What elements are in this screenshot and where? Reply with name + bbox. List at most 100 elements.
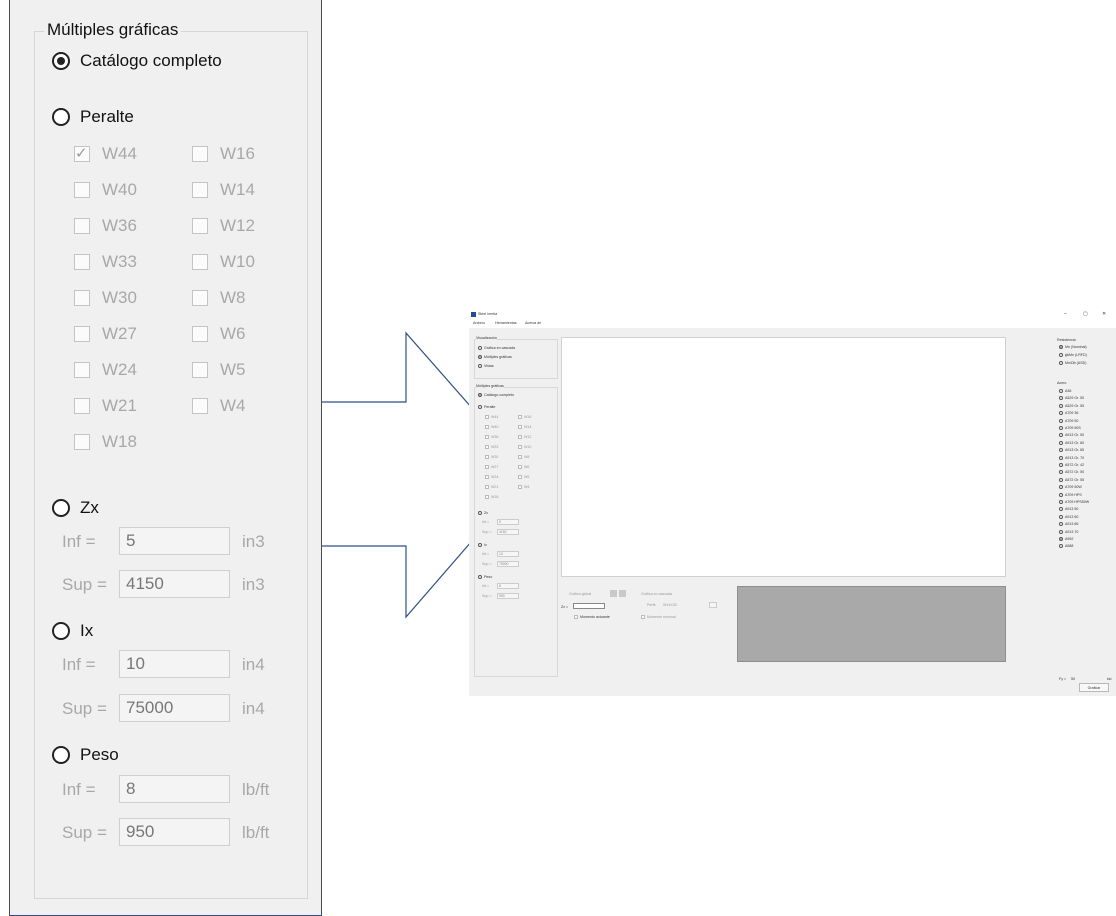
perfil-dropdown[interactable] [709,602,717,608]
zx-inf-input[interactable]: 5 [119,527,230,555]
radio-selected-icon[interactable] [478,393,482,397]
checkbox-w18[interactable]: W18 [74,432,137,452]
radio-icon[interactable] [1059,507,1063,512]
close-button[interactable]: ✕ [1102,311,1106,317]
small-ix-inf-input[interactable]: 10 [497,551,519,557]
small-peso-sup-input[interactable]: 950 [497,593,519,599]
small-zx-sup-input[interactable]: 4150 [497,529,519,535]
checkbox-w21[interactable]: W21 [74,396,137,416]
ix-sup-input[interactable]: 75000 [119,694,230,722]
radio-icon[interactable] [1059,514,1063,519]
menu-herramientas[interactable]: Herramientas [495,321,517,325]
radio-icon[interactable] [1059,500,1063,504]
radio-icon[interactable] [1059,470,1063,475]
small-checkbox[interactable] [485,415,489,419]
small-peso-inf-input[interactable]: 8 [497,583,519,589]
checkbox-w40[interactable]: W40 [74,180,137,200]
checkbox-w14[interactable]: W14 [192,180,255,200]
radio-icon[interactable] [1059,426,1063,430]
small-ix-sup-input[interactable]: 75000 [497,561,519,567]
checkbox-w6[interactable]: W6 [192,324,246,344]
radio-icon[interactable] [1059,396,1063,401]
zx-value-input[interactable] [573,603,605,609]
radio-icon[interactable] [478,543,482,547]
small-checkbox[interactable] [518,445,522,449]
peralte-radio[interactable]: Peralte [52,107,134,127]
radio-icon[interactable] [1059,522,1063,527]
radio-icon[interactable] [1059,529,1063,534]
radio-icon[interactable] [478,346,482,350]
radio-selected-icon[interactable] [1059,537,1063,541]
checkbox-w30[interactable]: W30 [74,288,137,308]
checkbox-w16[interactable]: W16 [192,144,255,164]
radio-icon[interactable] [1059,418,1063,423]
radio-icon[interactable] [1059,403,1063,408]
radio-icon[interactable] [1059,361,1063,365]
small-checkbox[interactable] [518,455,522,459]
radio-icon[interactable] [478,364,482,368]
small-checkbox[interactable] [485,465,489,469]
small-checkbox[interactable] [518,465,522,469]
peso-radio[interactable]: Peso [52,745,119,765]
checkbox-w10[interactable]: W10 [192,252,255,272]
small-checkbox[interactable] [574,615,578,619]
small-checkbox[interactable] [518,425,522,429]
checkbox-w36[interactable]: W36 [74,216,137,236]
checkbox-w33[interactable]: W33 [74,252,137,272]
radio-icon[interactable] [1059,455,1063,460]
ix-radio[interactable]: Ix [52,621,93,641]
small-checkbox[interactable] [518,435,522,439]
radio-icon[interactable] [1059,485,1063,490]
peso-inf-input[interactable]: 8 [119,775,230,803]
zx-radio[interactable]: Zx [52,498,99,518]
menu-acerca-de[interactable]: Acerca de [525,321,541,325]
small-checkbox[interactable] [518,485,522,489]
checkbox-w44[interactable]: W44 [74,144,137,164]
minimize-button[interactable]: – [1064,311,1067,317]
small-checkbox[interactable] [485,475,489,479]
menu-archivo[interactable]: Archivo [473,321,485,325]
small-zx-inf-input[interactable]: 5 [497,519,519,525]
small-checkbox[interactable] [485,485,489,489]
small-checkbox[interactable] [518,415,522,419]
radio-icon[interactable] [1059,353,1063,357]
small-checkbox[interactable] [485,425,489,429]
small-checkbox[interactable] [485,445,489,449]
radio-icon[interactable] [1059,411,1063,416]
radio-icon[interactable] [478,575,482,579]
small-checkbox[interactable] [485,455,489,459]
zx-sup-input[interactable]: 4150 [119,570,230,598]
radio-icon[interactable] [1059,492,1063,497]
graficar-button[interactable]: Graficar [1079,683,1109,692]
radio-selected-icon[interactable] [1059,345,1063,349]
peso-sup-input[interactable]: 950 [119,818,230,846]
small-checkbox[interactable] [518,475,522,479]
small-checkbox[interactable] [485,435,489,439]
small-inf-label: Inf = [482,584,490,588]
radio-selected-icon[interactable] [478,355,482,359]
color-swatch[interactable] [610,590,617,597]
radio-icon[interactable] [478,405,482,409]
checkbox-w5[interactable]: W5 [192,360,246,380]
plot-canvas[interactable] [561,337,1006,577]
radio-icon[interactable] [1059,433,1063,438]
radio-icon[interactable] [1059,389,1063,393]
radio-icon[interactable] [1059,448,1063,453]
radio-icon[interactable] [1059,477,1063,482]
radio-icon[interactable] [1059,544,1063,549]
checkbox-w8[interactable]: W8 [192,288,246,308]
radio-icon[interactable] [1059,463,1063,467]
acero-option: A992 [1065,537,1074,541]
checkbox-w24[interactable]: W24 [74,360,137,380]
checkbox-w12[interactable]: W12 [192,216,255,236]
radio-icon[interactable] [1059,440,1063,445]
catalog-radio[interactable]: Catálogo completo [52,51,222,71]
radio-icon[interactable] [478,511,482,515]
small-checkbox[interactable] [485,495,489,499]
checkbox-w27[interactable]: W27 [74,324,137,344]
checkbox-w4[interactable]: W4 [192,396,246,416]
color-swatch[interactable] [619,590,626,597]
maximize-button[interactable]: ▢ [1083,311,1088,317]
ix-inf-input[interactable]: 10 [119,650,230,678]
small-checkbox[interactable] [641,615,645,619]
